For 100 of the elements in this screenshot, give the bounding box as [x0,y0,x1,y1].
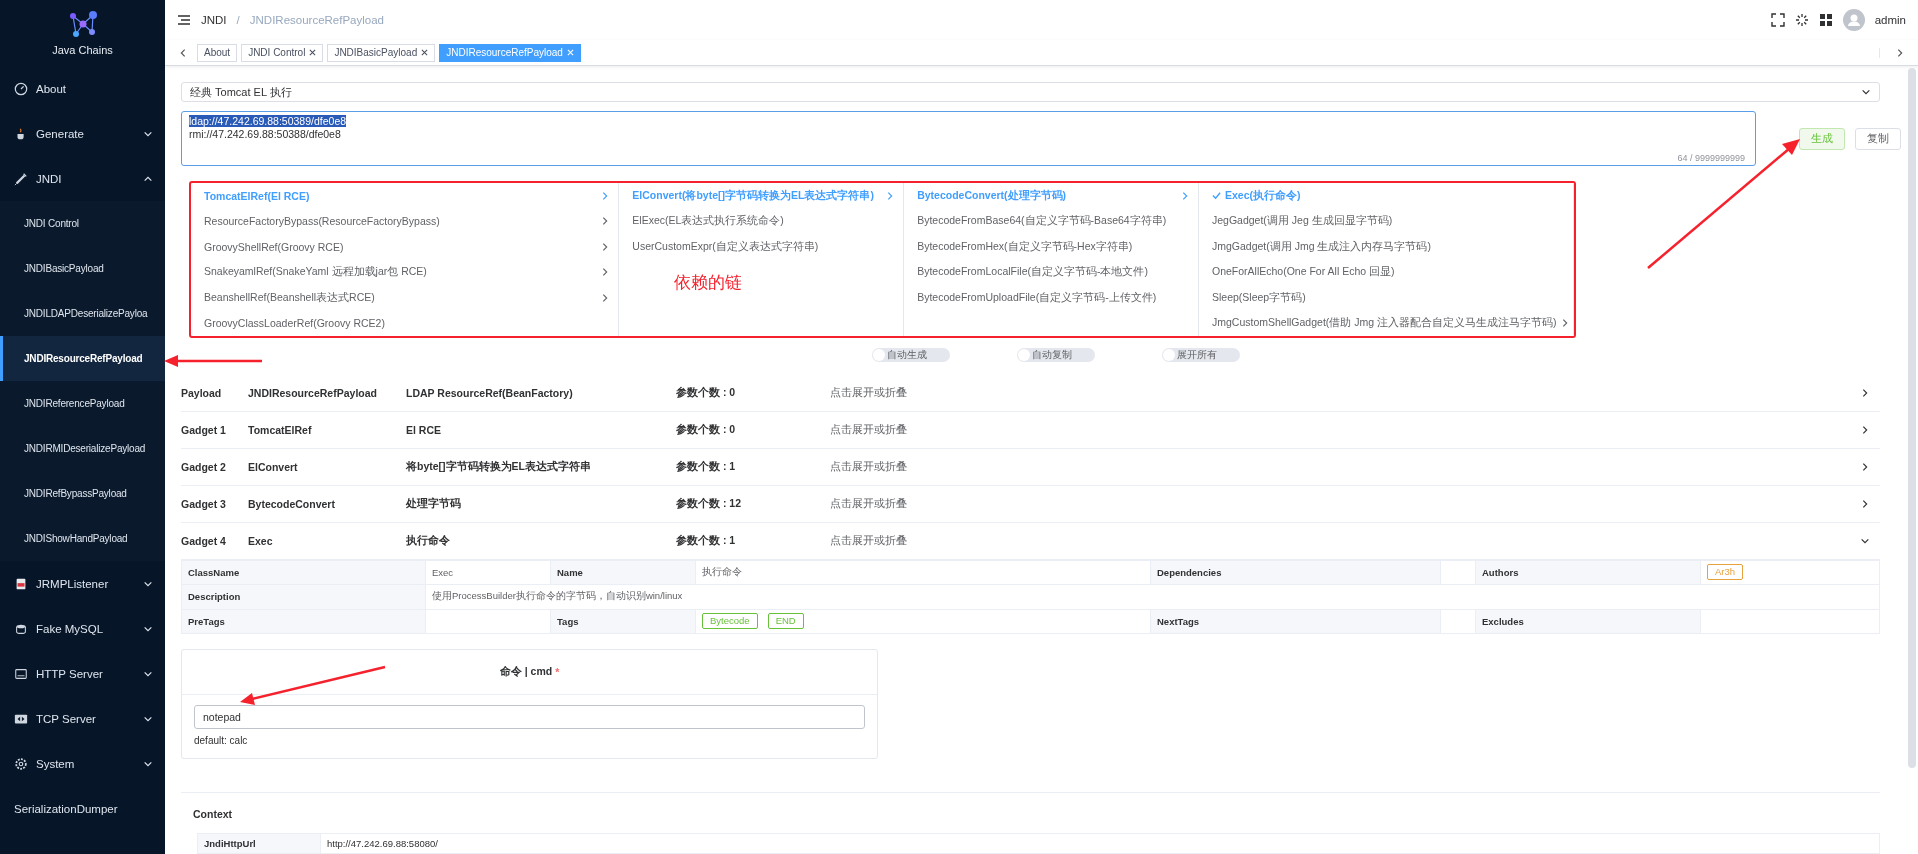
address-textarea[interactable]: ldap://47.242.69.88:50389/dfe0e8 rmi://47.242.69.88:50388/dfe0e8 64 / 9999999999 [181,111,1756,167]
breadcrumb-item[interactable]: JNDI [201,14,227,26]
cascader-option[interactable]: ElExec(EL表达式执行系统命令) [619,208,904,235]
sidebar-item[interactable]: Generate [0,111,165,156]
cascader-option[interactable]: Sleep(Sleep字节码) [1199,285,1573,311]
sidebar-item[interactable]: JNDI [0,156,165,201]
gauge-icon [14,81,28,96]
settings-icon [14,756,28,771]
copy-button[interactable]: 复制 [1855,127,1901,150]
sidebar-item[interactable]: JRMPListener [0,561,165,606]
cascader-option[interactable]: BytecodeFromBase64(自定义字节码-Base64字符串) [904,208,1198,235]
cascader-option[interactable]: JmgCustomShellGadget(借助 Jmg 注入器配合自定义马生成注马字节码) [1199,310,1573,337]
sidebar-item[interactable]: About [0,66,165,111]
toggle-switch[interactable]: 自动复制 [1017,348,1095,363]
parameter-count: 参数个数 : 0 [676,422,737,437]
parameter-count: 参数个数 : 1 [676,459,737,474]
cascader-option[interactable]: GroovyShellRef(Groovy RCE) [191,234,619,260]
field-label: PreTags [182,609,426,634]
breadcrumb-item: JNDIResourceRefPayload [249,14,384,26]
field-label: Tags [551,609,696,634]
fullscreen-icon[interactable] [1770,13,1785,27]
page-tab[interactable]: About [197,43,238,62]
gadget-name: ElConvert [248,460,299,473]
tag: Bytecode [702,613,758,630]
cascader-option[interactable]: ResourceFactoryBypass(ResourceFactoryBypass) [191,208,619,235]
annotation-note: 依赖的链 [674,272,742,295]
loading-icon[interactable] [1794,13,1809,27]
sidebar-item[interactable]: JNDIShowHandPayload [0,516,165,561]
gadget-description: LDAP ResourceRef(BeanFactory) [406,386,574,399]
sidebar-item[interactable]: System [0,741,165,786]
input-field[interactable]: notepad [194,705,865,729]
parameter-count: 参数个数 : 0 [676,385,737,400]
breadcrumb-separator: / [236,14,240,26]
tag: Ar3h [1707,564,1744,581]
gadget-name: Exec [248,534,274,547]
cascader-option[interactable]: BeanshellRef(Beanshell表达式RCE) [191,285,619,311]
chevron-icon [178,47,188,58]
collapse-header[interactable]: Gadget 3 BytecodeConvert 处理字节码 参数个数 : 12 点击展开或折叠 [181,485,1880,523]
collapse-header[interactable]: Payload JNDIResourceRefPayload LDAP ResourceRef(BeanFactory) 参数个数 : 0 点击展开或折叠 [181,374,1880,412]
cascader-option[interactable]: BytecodeFromLocalFile(自定义字节码-本地文件) [904,259,1198,286]
user-name[interactable]: admin [1874,14,1906,26]
sidebar-item[interactable]: JNDIRMIDeserializePayload [0,426,165,471]
sidebar-item[interactable]: JNDIReferencePayload [0,381,165,426]
toggle-switch[interactable]: 展开所有 [1162,348,1240,363]
field-value: http://47.242.69.88:58080/ [321,833,1880,854]
collapse-header[interactable]: Gadget 1 TomcatElRef El RCE 参数个数 : 0 点击展开或折叠 [181,411,1880,449]
cascader-option[interactable]: GroovyClassLoaderRef(Groovy RCE2) [191,310,619,337]
chain-role: Gadget 4 [181,534,227,547]
document-icon [14,576,28,591]
cascader-option[interactable]: UserCustomExpr(自定义表达式字符串) [619,234,904,260]
page-tab[interactable]: JNDIBasicPayload [327,43,436,62]
server-icon [14,666,28,681]
check-icon [1212,191,1221,201]
field-label: Dependencies [1151,560,1441,585]
sidebar-item[interactable]: JNDIBasicPayload [0,246,165,291]
sidebar-item[interactable]: TCP Server [0,696,165,741]
collapse-header[interactable]: Gadget 2 ElConvert 将byte[]字节码转换为EL表达式字符串 参数个数 : 1 点击展开或折叠 [181,448,1880,486]
section-title: Context [193,808,234,820]
gadget-name: BytecodeConvert [248,497,336,510]
sidebar-item[interactable]: JNDI Control [0,201,165,246]
field-label: ClassName [182,560,426,585]
page-tab[interactable]: JNDI Control [241,43,324,62]
cascader-option[interactable]: JmgGadget(调用 Jmg 生成注入内存马字节码) [1199,234,1573,260]
sidebar-item[interactable]: HTTP Server [0,651,165,696]
scrollbar[interactable] [1908,68,1916,768]
chain-role: Gadget 1 [181,423,227,436]
character-counter: 64 / 9999999999 [1677,153,1745,164]
gadget-description: 处理字节码 [406,496,462,511]
cascader-option[interactable]: BytecodeFromHex(自定义字节码-Hex字符串) [904,234,1198,260]
cascader-option[interactable]: BytecodeFromUploadFile(自定义字节码-上传文件) [904,285,1198,311]
sidebar-item[interactable]: Fake MySQL [0,606,165,651]
collapse-hint: 点击展开或折叠 [830,459,908,474]
field-value: 执行命令 [696,560,1151,585]
parameter-count: 参数个数 : 1 [676,533,737,548]
grid-icon[interactable] [1818,13,1833,27]
field-label: Authors [1476,560,1701,585]
gadget-description: 执行命令 [406,533,451,548]
gadget-description: El RCE [406,423,442,436]
required-mark: * [555,666,560,678]
toggle-switch[interactable]: 自动生成 [872,348,950,363]
sidebar-item[interactable]: JNDIRefBypassPayload [0,471,165,516]
syringe-icon [14,171,28,186]
close-icon[interactable] [421,49,429,56]
chevron-icon [1895,47,1905,58]
sidebar-item[interactable]: SerializationDumper [0,786,165,831]
cascader-option[interactable]: OneForAllEcho(One For All Echo 回显) [1199,259,1573,286]
menu-icon[interactable] [177,13,191,27]
collapse-hint: 点击展开或折叠 [830,533,908,548]
chain-role: Gadget 3 [181,497,227,510]
sidebar-item[interactable]: JNDILDAPDeserializePayloa [0,291,165,336]
preset-select[interactable]: 经典 Tomcat EL 执行 [181,82,1880,103]
cascader-option[interactable]: JegGadget(调用 Jeg 生成回显字节码) [1199,208,1573,235]
collapse-hint: 点击展开或折叠 [830,385,908,400]
collapse-header[interactable]: Gadget 4 Exec 执行命令 参数个数 : 1 点击展开或折叠 [181,522,1880,560]
parameter-title: 命令 | cmd [499,665,553,679]
cascader-option[interactable]: SnakeyamlRef(SnakeYaml 远程加载jar包 RCE) [191,259,619,286]
chain-role: Payload [181,386,223,399]
close-icon[interactable] [309,49,317,56]
app-name: Java Chains [52,44,113,56]
sidebar-item[interactable]: JNDIResourceRefPayload [0,336,165,381]
